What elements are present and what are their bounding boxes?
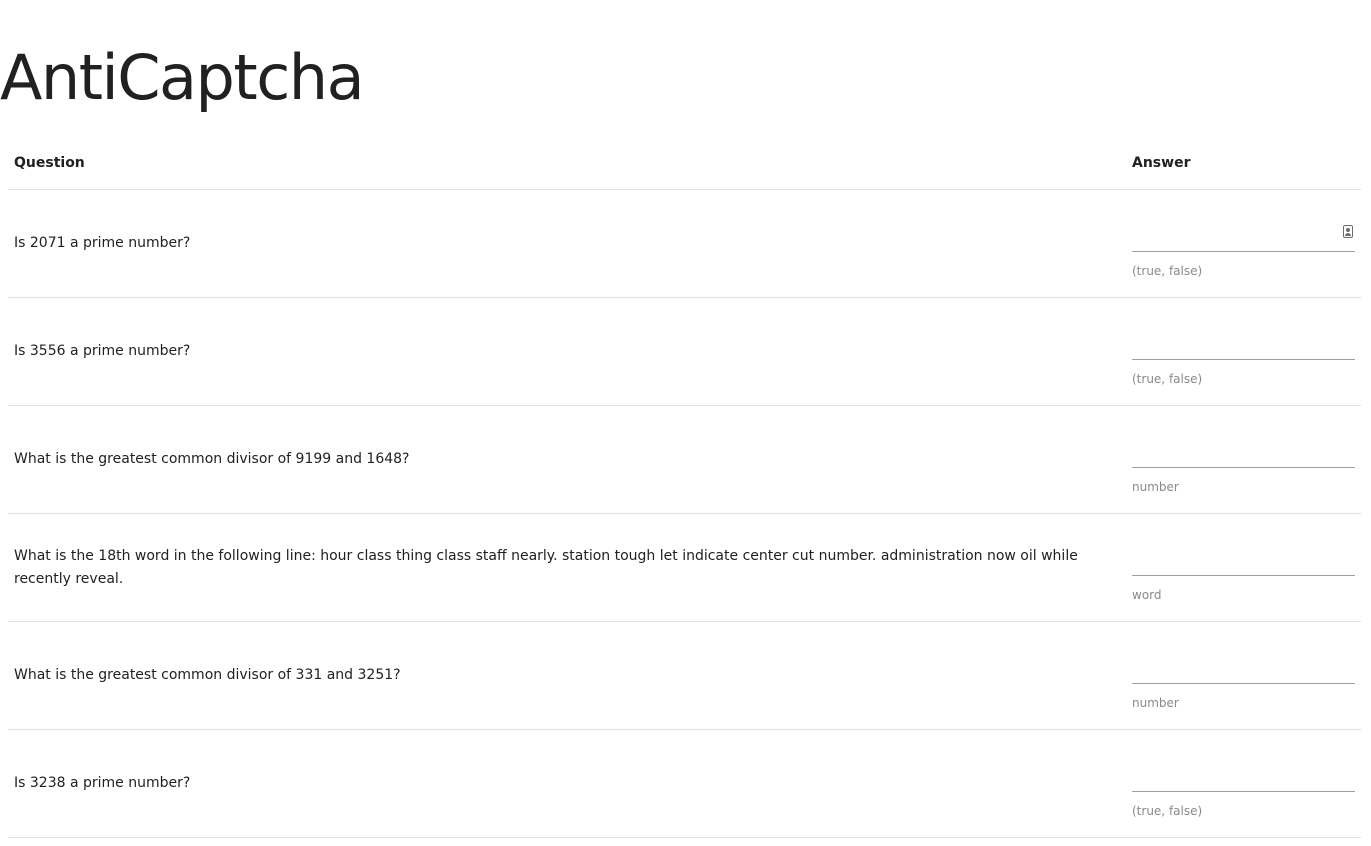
question-text: Is 2071 a prime number? [8, 189, 1126, 298]
answer-input[interactable] [1132, 214, 1355, 252]
answer-field-wrapper: number [1132, 640, 1355, 711]
answer-hint: word [1132, 588, 1162, 602]
answer-input[interactable] [1132, 646, 1355, 684]
contact-card-icon[interactable] [1343, 225, 1353, 238]
table-row: What is the greatest common divisor of 9… [8, 405, 1361, 514]
answer-field-wrapper: number [1132, 424, 1355, 495]
answer-cell: (true, false) [1126, 729, 1361, 838]
table-header-row: Question Answer [8, 136, 1361, 190]
answer-cell: number [1126, 621, 1361, 730]
answer-input[interactable] [1132, 322, 1355, 360]
question-text: Is 3238 a prime number? [8, 729, 1126, 838]
answer-field-wrapper: (true, false) [1132, 208, 1355, 279]
table-row: Is 3238 a prime number? (true, false) [8, 729, 1361, 838]
answer-hint: (true, false) [1132, 804, 1203, 818]
answer-hint: (true, false) [1132, 264, 1203, 278]
answer-hint: (true, false) [1132, 372, 1203, 386]
answer-cell: number [1126, 405, 1361, 514]
answer-column-header: Answer [1126, 136, 1361, 190]
table-row: What is the greatest common divisor of 3… [8, 621, 1361, 730]
answer-cell: (true, false) [1126, 297, 1361, 406]
question-text: What is the 18th word in the following l… [8, 513, 1126, 622]
answer-input[interactable] [1132, 754, 1355, 792]
question-text: What is the greatest common divisor of 9… [8, 405, 1126, 514]
answer-input[interactable] [1132, 538, 1355, 576]
answer-field-wrapper: word [1132, 532, 1355, 603]
question-text: What is the greatest common divisor of 3… [8, 621, 1126, 730]
table-row: Is 3556 a prime number? (true, false) [8, 297, 1361, 406]
answer-hint: number [1132, 696, 1179, 710]
page-title: AntiCaptcha [0, 41, 365, 114]
answer-hint: number [1132, 480, 1179, 494]
answer-field-wrapper: (true, false) [1132, 316, 1355, 387]
answer-input[interactable] [1132, 430, 1355, 468]
question-column-header: Question [8, 136, 1126, 190]
answer-field-wrapper: (true, false) [1132, 748, 1355, 819]
answer-cell: (true, false) [1126, 189, 1361, 298]
answer-cell: word [1126, 513, 1361, 622]
table-row: What is the 18th word in the following l… [8, 513, 1361, 622]
question-answer-table: Question Answer Is 2071 a prime number? … [8, 136, 1361, 838]
question-text: Is 3556 a prime number? [8, 297, 1126, 406]
table-row: Is 2071 a prime number? (true, false) [8, 189, 1361, 298]
